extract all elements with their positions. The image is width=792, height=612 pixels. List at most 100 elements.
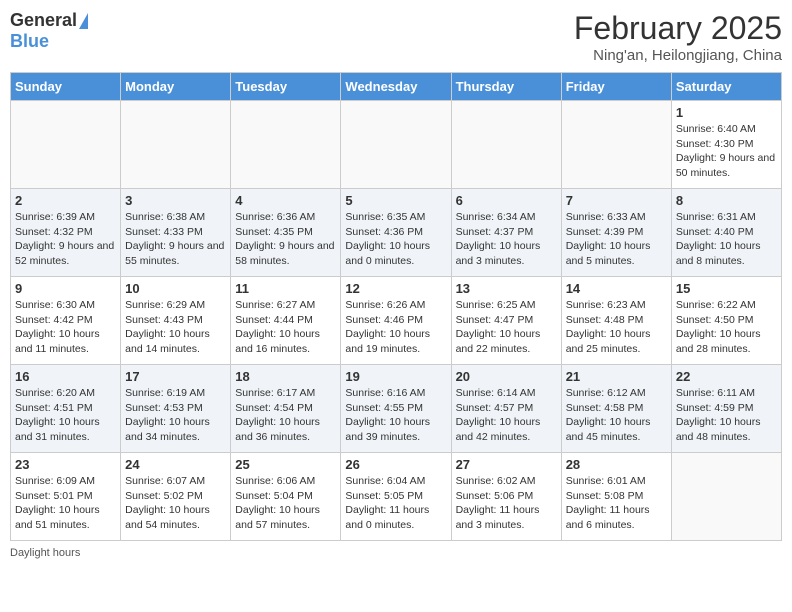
day-info: Sunrise: 6:22 AM Sunset: 4:50 PM Dayligh… xyxy=(676,298,777,357)
calendar-cell: 10 Sunrise: 6:29 AM Sunset: 4:43 PM Dayli… xyxy=(121,277,231,365)
weekday-header: Thursday xyxy=(451,73,561,101)
calendar-cell: 22 Sunrise: 6:11 AM Sunset: 4:59 PM Dayli… xyxy=(671,365,781,453)
logo: General Blue xyxy=(10,10,88,52)
calendar-cell: 14 Sunrise: 6:23 AM Sunset: 4:48 PM Dayli… xyxy=(561,277,671,365)
day-number: 13 xyxy=(456,281,557,296)
calendar-cell xyxy=(561,101,671,189)
calendar-cell: 20 Sunrise: 6:14 AM Sunset: 4:57 PM Dayli… xyxy=(451,365,561,453)
calendar-cell: 5 Sunrise: 6:35 AM Sunset: 4:36 PM Daylig… xyxy=(341,189,451,277)
day-number: 12 xyxy=(345,281,446,296)
day-number: 10 xyxy=(125,281,226,296)
day-info: Sunrise: 6:30 AM Sunset: 4:42 PM Dayligh… xyxy=(15,298,116,357)
day-info: Sunrise: 6:40 AM Sunset: 4:30 PM Dayligh… xyxy=(676,122,777,181)
calendar-cell: 27 Sunrise: 6:02 AM Sunset: 5:06 PM Dayli… xyxy=(451,453,561,541)
day-info: Sunrise: 6:06 AM Sunset: 5:04 PM Dayligh… xyxy=(235,474,336,533)
calendar-cell: 24Sunrise: 6:07 AM Sunset: 5:02 PM Dayli… xyxy=(121,453,231,541)
day-number: 27 xyxy=(456,457,557,472)
day-number: 4 xyxy=(235,193,336,208)
calendar-cell: 1 Sunrise: 6:40 AM Sunset: 4:30 PM Daylig… xyxy=(671,101,781,189)
day-number: 1 xyxy=(676,105,777,120)
calendar-cell: 8 Sunrise: 6:31 AM Sunset: 4:40 PM Daylig… xyxy=(671,189,781,277)
day-number: 9 xyxy=(15,281,116,296)
calendar-cell: 21 Sunrise: 6:12 AM Sunset: 4:58 PM Dayli… xyxy=(561,365,671,453)
daylight-label: Daylight hours xyxy=(10,547,80,559)
day-info: Sunrise: 6:01 AM Sunset: 5:08 PM Dayligh… xyxy=(566,474,667,533)
calendar-cell: 23 Sunrise: 6:09 AM Sunset: 5:01 PM Dayli… xyxy=(11,453,121,541)
day-number: 14 xyxy=(566,281,667,296)
calendar-cell: 13 Sunrise: 6:25 AM Sunset: 4:47 PM Dayli… xyxy=(451,277,561,365)
calendar-cell: 18Sunrise: 6:17 AM Sunset: 4:54 PM Dayli… xyxy=(231,365,341,453)
day-info: Sunrise: 6:27 AM Sunset: 4:44 PM Dayligh… xyxy=(235,298,336,357)
day-info: Sunrise: 6:14 AM Sunset: 4:57 PM Dayligh… xyxy=(456,386,557,445)
day-number: 15 xyxy=(676,281,777,296)
day-info: Sunrise: 6:02 AM Sunset: 5:06 PM Dayligh… xyxy=(456,474,557,533)
day-number: 2 xyxy=(15,193,116,208)
weekday-header: Friday xyxy=(561,73,671,101)
calendar-cell: 6 Sunrise: 6:34 AM Sunset: 4:37 PM Daylig… xyxy=(451,189,561,277)
day-number: 7 xyxy=(566,193,667,208)
day-info: Sunrise: 6:09 AM Sunset: 5:01 PM Dayligh… xyxy=(15,474,116,533)
month-year: February 2025 xyxy=(574,10,782,47)
calendar-cell: 4 Sunrise: 6:36 AM Sunset: 4:35 PM Daylig… xyxy=(231,189,341,277)
day-info: Sunrise: 6:31 AM Sunset: 4:40 PM Dayligh… xyxy=(676,210,777,269)
day-number: 6 xyxy=(456,193,557,208)
day-info: Sunrise: 6:38 AM Sunset: 4:33 PM Dayligh… xyxy=(125,210,226,269)
day-number: 17 xyxy=(125,369,226,384)
day-number: 5 xyxy=(345,193,446,208)
day-number: 25 xyxy=(235,457,336,472)
weekday-header: Wednesday xyxy=(341,73,451,101)
logo-blue: Blue xyxy=(10,31,49,52)
calendar-cell: 17Sunrise: 6:19 AM Sunset: 4:53 PM Dayli… xyxy=(121,365,231,453)
day-info: Sunrise: 6:16 AM Sunset: 4:55 PM Dayligh… xyxy=(345,386,446,445)
day-info: Sunrise: 6:11 AM Sunset: 4:59 PM Dayligh… xyxy=(676,386,777,445)
calendar-cell xyxy=(341,101,451,189)
day-info: Sunrise: 6:34 AM Sunset: 4:37 PM Dayligh… xyxy=(456,210,557,269)
day-info: Sunrise: 6:25 AM Sunset: 4:47 PM Dayligh… xyxy=(456,298,557,357)
day-info: Sunrise: 6:26 AM Sunset: 4:46 PM Dayligh… xyxy=(345,298,446,357)
day-number: 16 xyxy=(15,369,116,384)
calendar-cell xyxy=(11,101,121,189)
calendar-cell: 2 Sunrise: 6:39 AM Sunset: 4:32 PM Daylig… xyxy=(11,189,121,277)
calendar-cell xyxy=(671,453,781,541)
calendar-cell: 7 Sunrise: 6:33 AM Sunset: 4:39 PM Daylig… xyxy=(561,189,671,277)
weekday-header: Tuesday xyxy=(231,73,341,101)
day-info: Sunrise: 6:39 AM Sunset: 4:32 PM Dayligh… xyxy=(15,210,116,269)
calendar-cell xyxy=(121,101,231,189)
calendar-cell: 25 Sunrise: 6:06 AM Sunset: 5:04 PM Dayli… xyxy=(231,453,341,541)
calendar-cell: 28 Sunrise: 6:01 AM Sunset: 5:08 PM Dayli… xyxy=(561,453,671,541)
day-number: 28 xyxy=(566,457,667,472)
calendar-cell xyxy=(231,101,341,189)
day-number: 19 xyxy=(345,369,446,384)
calendar-cell: 12 Sunrise: 6:26 AM Sunset: 4:46 PM Dayli… xyxy=(341,277,451,365)
day-info: Sunrise: 6:04 AM Sunset: 5:05 PM Dayligh… xyxy=(345,474,446,533)
calendar: SundayMondayTuesdayWednesdayThursdayFrid… xyxy=(10,72,782,541)
day-info: Sunrise: 6:23 AM Sunset: 4:48 PM Dayligh… xyxy=(566,298,667,357)
day-number: 3 xyxy=(125,193,226,208)
day-info: Sunrise: 6:36 AM Sunset: 4:35 PM Dayligh… xyxy=(235,210,336,269)
day-number: 11 xyxy=(235,281,336,296)
day-number: 23 xyxy=(15,457,116,472)
day-info: Sunrise: 6:35 AM Sunset: 4:36 PM Dayligh… xyxy=(345,210,446,269)
day-info: Sunrise: 6:29 AM Sunset: 4:43 PM Dayligh… xyxy=(125,298,226,357)
calendar-cell: 19 Sunrise: 6:16 AM Sunset: 4:55 PM Dayli… xyxy=(341,365,451,453)
day-number: 22 xyxy=(676,369,777,384)
top-section: General Blue February 2025 Ning'an, Heil… xyxy=(10,10,782,64)
location: Ning'an, Heilongjiang, China xyxy=(574,47,782,64)
day-info: Sunrise: 6:12 AM Sunset: 4:58 PM Dayligh… xyxy=(566,386,667,445)
calendar-cell xyxy=(451,101,561,189)
footer-note: Daylight hours xyxy=(10,547,782,559)
logo-general: General xyxy=(10,10,77,31)
calendar-cell: 9 Sunrise: 6:30 AM Sunset: 4:42 PM Daylig… xyxy=(11,277,121,365)
day-info: Sunrise: 6:17 AM Sunset: 4:54 PM Dayligh… xyxy=(235,386,336,445)
day-number: 20 xyxy=(456,369,557,384)
title-section: February 2025 Ning'an, Heilongjiang, Chi… xyxy=(574,10,782,64)
calendar-cell: 3 Sunrise: 6:38 AM Sunset: 4:33 PM Daylig… xyxy=(121,189,231,277)
day-number: 8 xyxy=(676,193,777,208)
calendar-cell: 26 Sunrise: 6:04 AM Sunset: 5:05 PM Dayli… xyxy=(341,453,451,541)
day-number: 21 xyxy=(566,369,667,384)
day-info: Sunrise: 6:33 AM Sunset: 4:39 PM Dayligh… xyxy=(566,210,667,269)
weekday-header: Saturday xyxy=(671,73,781,101)
weekday-header: Monday xyxy=(121,73,231,101)
day-number: 24 xyxy=(125,457,226,472)
day-number: 26 xyxy=(345,457,446,472)
